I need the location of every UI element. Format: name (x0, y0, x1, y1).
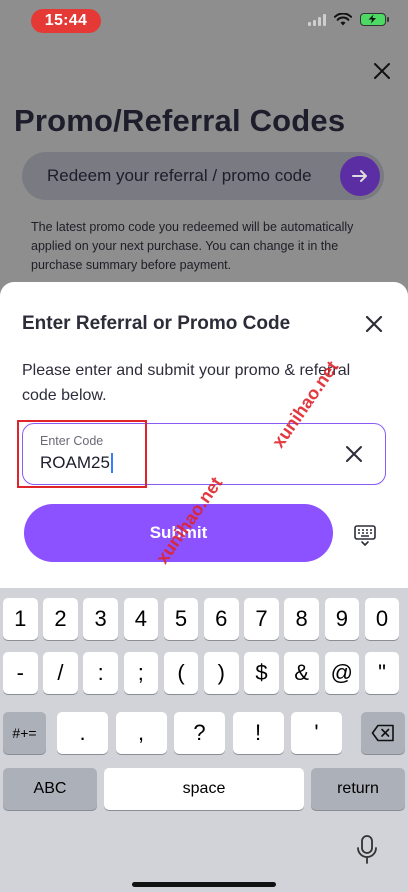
key-row2-2[interactable]: : (83, 652, 118, 694)
numeric-keyboard: 1234567890 - /:;() $ & @ " #+= .,?! ' ABC spac… (0, 588, 408, 892)
key-row2-3[interactable]: ; (123, 652, 159, 694)
key-row1-3[interactable]: 4 (123, 598, 159, 640)
cellular-signal-icon (308, 13, 326, 26)
status-bar: 15:44 (0, 0, 408, 40)
key-row1-6[interactable]: 7 (244, 598, 279, 640)
key-row2-1[interactable]: / (43, 652, 78, 694)
key-return[interactable]: return (311, 768, 405, 810)
backspace-icon (371, 724, 394, 742)
key-row1-2[interactable]: 3 (83, 598, 118, 640)
keyboard-row-digits: 1234567890 (0, 598, 408, 640)
keyboard-dismiss-icon[interactable] (352, 522, 378, 548)
status-icons (308, 13, 389, 26)
key-row3-0[interactable]: . (57, 712, 108, 754)
key-space[interactable]: space (104, 768, 304, 810)
key-abc[interactable]: ABC (3, 768, 97, 810)
wifi-icon (334, 13, 352, 26)
key-row3-2[interactable]: ? (174, 712, 225, 754)
microphone-icon[interactable] (356, 834, 378, 866)
promo-note: The latest promo code you redeemed will … (31, 220, 354, 272)
key-row1-4[interactable]: 5 (163, 598, 199, 640)
code-input-field[interactable]: Enter Code ROAM25 (22, 423, 386, 485)
key-more-symbols[interactable]: #+= (3, 712, 46, 754)
code-input-label: Enter Code (40, 434, 104, 448)
battery-charging-icon (360, 13, 389, 26)
key-row3-4[interactable]: ' (291, 712, 342, 754)
key-row1-5[interactable]: 6 (204, 598, 239, 640)
key-row2-7[interactable]: & (284, 652, 319, 694)
key-row1-7[interactable]: 8 (284, 598, 319, 640)
key-row1-8[interactable]: 9 (324, 598, 360, 640)
redeem-submit-button[interactable] (340, 156, 380, 196)
key-row2-6[interactable]: $ (244, 652, 279, 694)
code-input-value[interactable]: ROAM25 (40, 453, 113, 473)
key-row2-8[interactable]: @ (324, 652, 360, 694)
keyboard-row-bottom: ABC space return (0, 768, 408, 810)
key-row3-1[interactable]: , (115, 712, 167, 754)
key-row1-0[interactable]: 1 (3, 598, 38, 640)
text-cursor (110, 453, 113, 473)
promo-code-sheet: Enter Referral or Promo Code Please ente… (0, 282, 408, 602)
clear-input-icon[interactable] (343, 443, 365, 465)
key-row3-3[interactable]: ! (232, 712, 284, 754)
key-row2-0[interactable]: - (3, 652, 38, 694)
key-row1-9[interactable]: 0 (364, 598, 400, 640)
arrow-right-icon (352, 170, 367, 182)
key-row1-1[interactable]: 2 (43, 598, 78, 640)
close-icon[interactable] (370, 59, 394, 83)
key-backspace[interactable] (361, 712, 405, 754)
key-row2-9[interactable]: " (364, 652, 400, 694)
code-input-text: ROAM25 (40, 453, 110, 472)
keyboard-row-punctuation: #+= .,?! ' (0, 712, 408, 754)
redeem-code-bar[interactable]: Redeem your referral / promo code (22, 152, 384, 200)
key-row2-4[interactable]: ( (163, 652, 199, 694)
close-icon[interactable] (362, 312, 386, 336)
status-time: 15:44 (31, 9, 101, 33)
sheet-title: Enter Referral or Promo Code (22, 313, 291, 334)
page-title: Promo/Referral Codes (14, 103, 346, 138)
redeem-placeholder: Redeem your referral / promo code (47, 166, 312, 185)
key-row2-5[interactable]: ) (204, 652, 239, 694)
keyboard-row-symbols: - /:;() $ & @ " (0, 652, 408, 694)
home-indicator (132, 882, 276, 887)
